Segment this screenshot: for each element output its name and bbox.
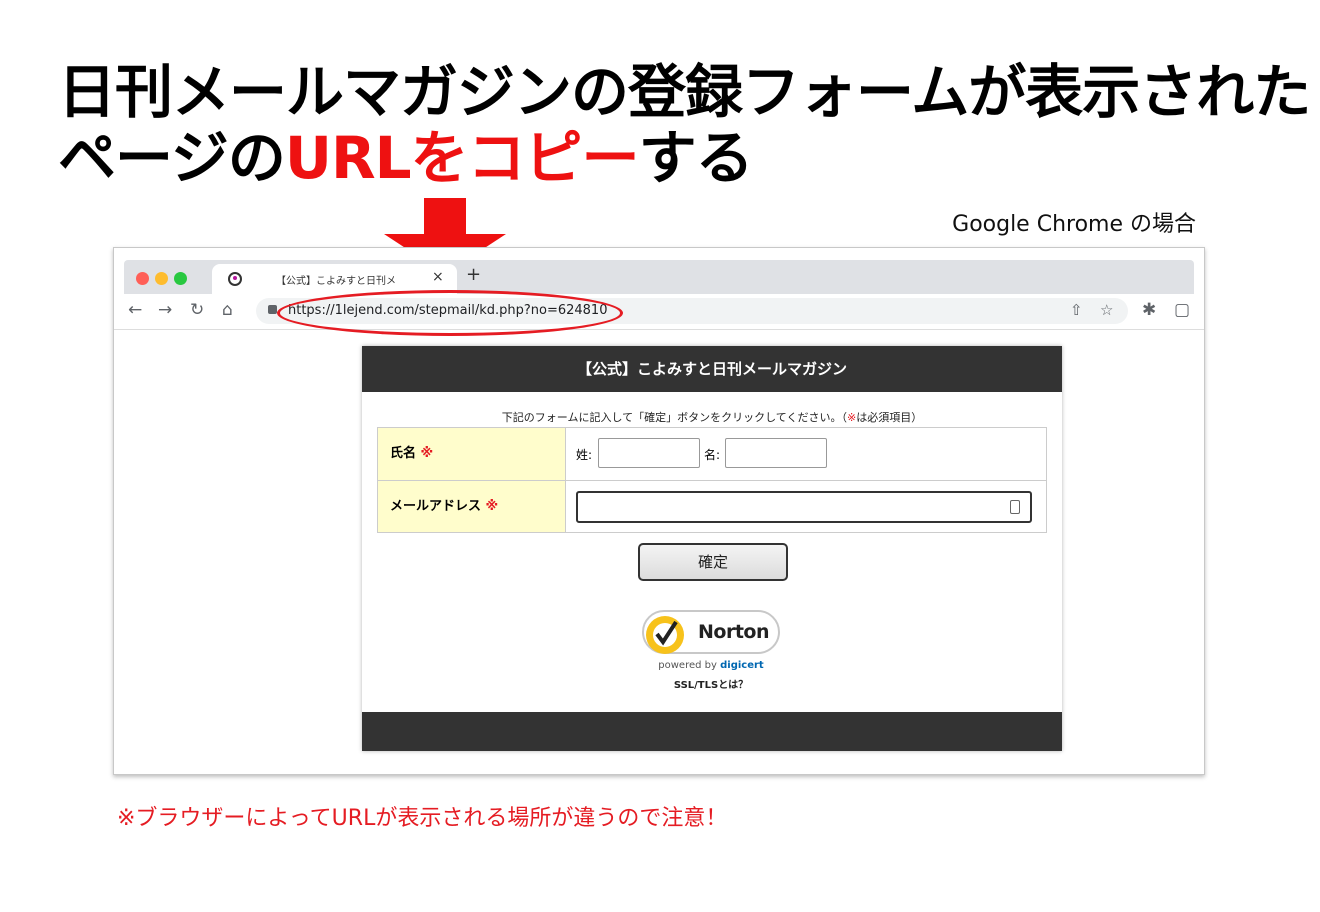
headline-line-2: ページのURLをコピーする [58, 124, 754, 192]
required-mark: ※ [485, 499, 499, 514]
forward-icon[interactable]: → [158, 300, 172, 320]
side-panel-icon[interactable]: ▢ [1174, 300, 1190, 320]
norton-checkmark-icon [646, 616, 684, 654]
norton-badge: Norton [642, 610, 780, 654]
powered-by-text: powered by digicert [658, 660, 764, 671]
email-row: メールアドレス ※ [378, 480, 1046, 532]
share-icon[interactable]: ⇧ [1070, 301, 1083, 319]
name-label: 氏名 ※ [378, 428, 566, 480]
site-header: 【公式】こよみすと日刊メールマガジン [362, 346, 1062, 392]
close-window-button[interactable] [136, 272, 149, 285]
extensions-icon[interactable]: ✱ [1142, 300, 1156, 320]
last-name-input[interactable] [598, 438, 700, 468]
browser-caption: Google Chrome の場合 [952, 212, 1196, 237]
norton-brand: Norton [698, 621, 770, 643]
form-instructions: 下記のフォームに記入して「確定」ボタンをクリックしてください。（※は必須項目） [501, 411, 923, 424]
headline-prefix: ページの [58, 124, 286, 192]
headline-highlight: URLをコピー [284, 124, 640, 192]
ssl-info-link[interactable]: SSL/TLSとは？ [642, 676, 780, 691]
confirm-button[interactable]: 確定 [638, 543, 788, 581]
back-icon[interactable]: ← [128, 300, 142, 320]
email-label: メールアドレス ※ [378, 481, 566, 532]
mail-magazine-page: 【公式】こよみすと日刊メールマガジン 下記のフォームに記入して「確定」ボタンをク… [362, 346, 1062, 751]
last-name-label: 姓: [576, 448, 593, 462]
lock-icon [268, 305, 277, 314]
home-icon[interactable]: ⌂ [222, 300, 233, 320]
tab-title: 【公式】こよみすと日刊メ [276, 276, 396, 287]
minimize-window-button[interactable] [155, 272, 168, 285]
registration-form: 氏名 ※ 姓: 名: メールアドレス ※ [377, 427, 1047, 533]
reload-icon[interactable]: ↻ [190, 300, 204, 320]
first-name-label: 名: [704, 448, 721, 462]
headline-line-1: 日刊メールマガジンの登録フォームが表示された [58, 58, 1311, 126]
site-favicon-icon [228, 272, 242, 286]
norton-seal[interactable]: Norton powered by digicert SSL/TLSとは？ [642, 604, 782, 694]
browser-window: 【公式】こよみすと日刊メ × + ← → ↻ ⌂ https://1lejend… [113, 247, 1205, 775]
new-tab-icon[interactable]: + [466, 264, 481, 285]
first-name-input[interactable] [725, 438, 827, 468]
browser-note: ※ブラウザーによってURLが表示される場所が違うので注意！ [117, 806, 728, 831]
maximize-window-button[interactable] [174, 272, 187, 285]
headline-suffix: する [638, 124, 754, 192]
name-row: 氏名 ※ 姓: 名: [378, 428, 1046, 480]
email-input[interactable] [576, 491, 1032, 523]
bookmark-star-icon[interactable]: ☆ [1100, 301, 1113, 319]
required-mark: ※ [420, 446, 434, 461]
url-highlight-ellipse [277, 290, 623, 336]
site-footer [362, 712, 1062, 751]
digicert-logo: digicert [720, 660, 764, 671]
autofill-contact-icon[interactable] [1010, 500, 1020, 514]
tab-bar: 【公式】こよみすと日刊メ × + [124, 260, 1194, 294]
tab-close-icon[interactable]: × [432, 269, 444, 285]
